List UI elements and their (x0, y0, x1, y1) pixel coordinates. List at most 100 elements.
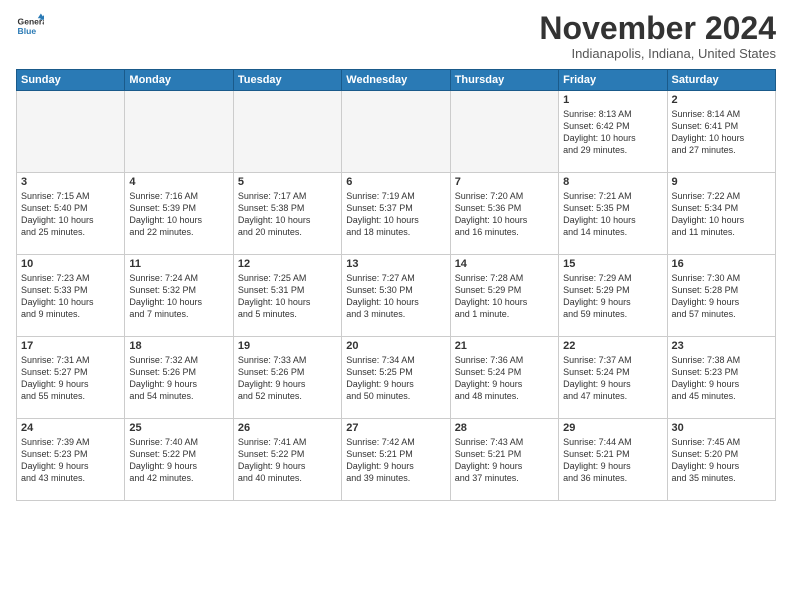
day-info: Sunrise: 7:25 AM Sunset: 5:31 PM Dayligh… (238, 272, 337, 321)
day-number: 7 (455, 176, 554, 188)
day-info: Sunrise: 7:42 AM Sunset: 5:21 PM Dayligh… (346, 436, 445, 485)
calendar-week-row: 10 Sunrise: 7:23 AM Sunset: 5:33 PM Dayli… (17, 255, 776, 337)
day-info: Sunrise: 7:24 AM Sunset: 5:32 PM Dayligh… (129, 272, 228, 321)
weekday-header: Thursday (450, 70, 558, 91)
calendar-day (17, 91, 125, 173)
day-info: Sunrise: 7:21 AM Sunset: 5:35 PM Dayligh… (563, 190, 662, 239)
calendar-day: 11 Sunrise: 7:24 AM Sunset: 5:32 PM Dayli… (125, 255, 233, 337)
day-info: Sunrise: 7:29 AM Sunset: 5:29 PM Dayligh… (563, 272, 662, 321)
day-number: 25 (129, 422, 228, 434)
day-number: 21 (455, 340, 554, 352)
calendar-day: 5 Sunrise: 7:17 AM Sunset: 5:38 PM Daylig… (233, 173, 341, 255)
day-number: 17 (21, 340, 120, 352)
day-number: 12 (238, 258, 337, 270)
day-info: Sunrise: 7:32 AM Sunset: 5:26 PM Dayligh… (129, 354, 228, 403)
location: Indianapolis, Indiana, United States (539, 46, 776, 61)
calendar-day: 23Sunrise: 7:38 AM Sunset: 5:23 PM Dayli… (667, 337, 775, 419)
day-info: Sunrise: 7:23 AM Sunset: 5:33 PM Dayligh… (21, 272, 120, 321)
day-number: 16 (672, 258, 771, 270)
calendar-day: 4 Sunrise: 7:16 AM Sunset: 5:39 PM Daylig… (125, 173, 233, 255)
calendar-day (233, 91, 341, 173)
calendar-day: 22Sunrise: 7:37 AM Sunset: 5:24 PM Dayli… (559, 337, 667, 419)
weekday-header: Monday (125, 70, 233, 91)
calendar-day: 17 Sunrise: 7:31 AM Sunset: 5:27 PM Dayli… (17, 337, 125, 419)
day-info: Sunrise: 7:30 AM Sunset: 5:28 PM Dayligh… (672, 272, 771, 321)
day-info: Sunrise: 7:41 AM Sunset: 5:22 PM Dayligh… (238, 436, 337, 485)
weekday-header: Tuesday (233, 70, 341, 91)
day-info: Sunrise: 7:22 AM Sunset: 5:34 PM Dayligh… (672, 190, 771, 239)
day-number: 24 (21, 422, 120, 434)
day-number: 5 (238, 176, 337, 188)
calendar-day: 20 Sunrise: 7:34 AM Sunset: 5:25 PM Dayli… (342, 337, 450, 419)
day-number: 3 (21, 176, 120, 188)
day-number: 2 (672, 94, 771, 106)
day-info: Sunrise: 7:28 AM Sunset: 5:29 PM Dayligh… (455, 272, 554, 321)
day-number: 14 (455, 258, 554, 270)
day-info: Sunrise: 7:44 AM Sunset: 5:21 PM Dayligh… (563, 436, 662, 485)
calendar-day: 6Sunrise: 7:19 AM Sunset: 5:37 PM Daylig… (342, 173, 450, 255)
calendar-day: 7 Sunrise: 7:20 AM Sunset: 5:36 PM Daylig… (450, 173, 558, 255)
day-info: Sunrise: 7:45 AM Sunset: 5:20 PM Dayligh… (672, 436, 771, 485)
calendar-day: 12 Sunrise: 7:25 AM Sunset: 5:31 PM Dayli… (233, 255, 341, 337)
calendar-day (450, 91, 558, 173)
calendar-day (125, 91, 233, 173)
calendar-day (342, 91, 450, 173)
day-info: Sunrise: 7:27 AM Sunset: 5:30 PM Dayligh… (346, 272, 445, 321)
calendar-day: 28Sunrise: 7:43 AM Sunset: 5:21 PM Dayli… (450, 419, 558, 501)
day-number: 13 (346, 258, 445, 270)
day-number: 18 (129, 340, 228, 352)
day-info: Sunrise: 7:33 AM Sunset: 5:26 PM Dayligh… (238, 354, 337, 403)
day-info: Sunrise: 7:19 AM Sunset: 5:37 PM Dayligh… (346, 190, 445, 239)
day-number: 10 (21, 258, 120, 270)
day-info: Sunrise: 7:36 AM Sunset: 5:24 PM Dayligh… (455, 354, 554, 403)
calendar-day: 9Sunrise: 7:22 AM Sunset: 5:34 PM Daylig… (667, 173, 775, 255)
calendar-day: 21 Sunrise: 7:36 AM Sunset: 5:24 PM Dayli… (450, 337, 558, 419)
day-number: 4 (129, 176, 228, 188)
calendar-day: 19 Sunrise: 7:33 AM Sunset: 5:26 PM Dayli… (233, 337, 341, 419)
day-number: 1 (563, 94, 662, 106)
day-info: Sunrise: 7:20 AM Sunset: 5:36 PM Dayligh… (455, 190, 554, 239)
calendar-day: 27 Sunrise: 7:42 AM Sunset: 5:21 PM Dayli… (342, 419, 450, 501)
month-title: November 2024 (539, 12, 776, 44)
calendar-day: 24 Sunrise: 7:39 AM Sunset: 5:23 PM Dayli… (17, 419, 125, 501)
day-number: 29 (563, 422, 662, 434)
calendar-day: 14 Sunrise: 7:28 AM Sunset: 5:29 PM Dayli… (450, 255, 558, 337)
day-info: Sunrise: 7:15 AM Sunset: 5:40 PM Dayligh… (21, 190, 120, 239)
day-number: 30 (672, 422, 771, 434)
day-info: Sunrise: 7:38 AM Sunset: 5:23 PM Dayligh… (672, 354, 771, 403)
day-info: Sunrise: 7:16 AM Sunset: 5:39 PM Dayligh… (129, 190, 228, 239)
day-info: Sunrise: 7:31 AM Sunset: 5:27 PM Dayligh… (21, 354, 120, 403)
logo: General Blue (16, 12, 44, 40)
day-number: 15 (563, 258, 662, 270)
day-info: Sunrise: 7:17 AM Sunset: 5:38 PM Dayligh… (238, 190, 337, 239)
calendar-day: 3 Sunrise: 7:15 AM Sunset: 5:40 PM Daylig… (17, 173, 125, 255)
day-number: 8 (563, 176, 662, 188)
day-number: 27 (346, 422, 445, 434)
calendar-day: 16 Sunrise: 7:30 AM Sunset: 5:28 PM Dayli… (667, 255, 775, 337)
calendar-day: 13 Sunrise: 7:27 AM Sunset: 5:30 PM Dayli… (342, 255, 450, 337)
day-number: 20 (346, 340, 445, 352)
calendar-week-row: 1Sunrise: 8:13 AM Sunset: 6:42 PM Daylig… (17, 91, 776, 173)
day-info: Sunrise: 7:34 AM Sunset: 5:25 PM Dayligh… (346, 354, 445, 403)
calendar-day: 25 Sunrise: 7:40 AM Sunset: 5:22 PM Dayli… (125, 419, 233, 501)
day-info: Sunrise: 7:40 AM Sunset: 5:22 PM Dayligh… (129, 436, 228, 485)
weekday-header: Friday (559, 70, 667, 91)
day-number: 19 (238, 340, 337, 352)
title-block: November 2024 Indianapolis, Indiana, Uni… (539, 12, 776, 61)
svg-text:Blue: Blue (18, 26, 37, 36)
calendar-day: 18 Sunrise: 7:32 AM Sunset: 5:26 PM Dayli… (125, 337, 233, 419)
weekday-header: Sunday (17, 70, 125, 91)
calendar-week-row: 24 Sunrise: 7:39 AM Sunset: 5:23 PM Dayli… (17, 419, 776, 501)
calendar-day: 30 Sunrise: 7:45 AM Sunset: 5:20 PM Dayli… (667, 419, 775, 501)
day-info: Sunrise: 7:37 AM Sunset: 5:24 PM Dayligh… (563, 354, 662, 403)
logo-icon: General Blue (16, 12, 44, 40)
calendar-day: 1Sunrise: 8:13 AM Sunset: 6:42 PM Daylig… (559, 91, 667, 173)
calendar-table: SundayMondayTuesdayWednesdayThursdayFrid… (16, 69, 776, 501)
day-info: Sunrise: 7:43 AM Sunset: 5:21 PM Dayligh… (455, 436, 554, 485)
day-info: Sunrise: 7:39 AM Sunset: 5:23 PM Dayligh… (21, 436, 120, 485)
calendar-day: 29 Sunrise: 7:44 AM Sunset: 5:21 PM Dayli… (559, 419, 667, 501)
calendar-week-row: 3 Sunrise: 7:15 AM Sunset: 5:40 PM Daylig… (17, 173, 776, 255)
day-number: 26 (238, 422, 337, 434)
day-number: 11 (129, 258, 228, 270)
calendar-day: 2Sunrise: 8:14 AM Sunset: 6:41 PM Daylig… (667, 91, 775, 173)
